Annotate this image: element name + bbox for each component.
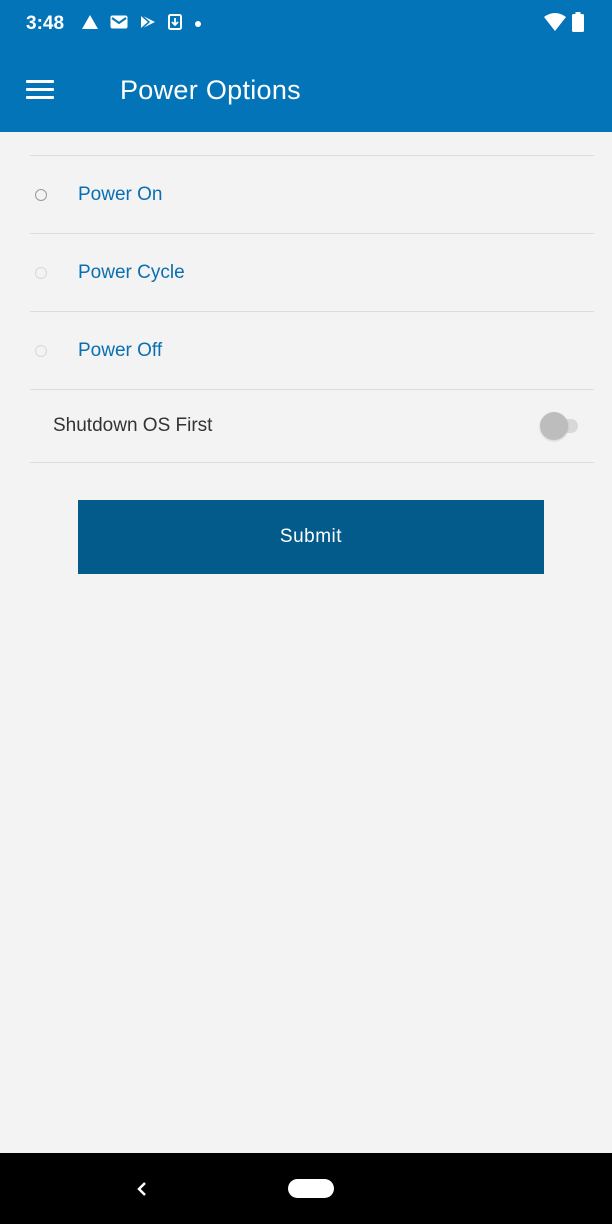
toggle-thumb: [540, 412, 568, 440]
shutdown-os-first-toggle[interactable]: [540, 412, 578, 440]
option-label: Power Off: [78, 339, 163, 361]
divider: [30, 462, 594, 463]
back-chevron-icon[interactable]: [128, 1175, 156, 1203]
toggle-label: Shutdown OS First: [53, 415, 213, 436]
app-bar: Power Options: [0, 48, 612, 132]
home-pill-icon[interactable]: [288, 1179, 334, 1198]
wifi-icon: [544, 12, 566, 36]
page-title: Power Options: [120, 74, 301, 105]
option-power-off[interactable]: Power Off: [0, 312, 612, 389]
play-store-icon: [140, 13, 156, 35]
power-options-list: Power On Power Cycle Power Off Shutdown …: [0, 132, 612, 574]
status-bar: 3:48: [0, 0, 612, 48]
navigation-bar: [0, 1153, 612, 1224]
menu-button[interactable]: [0, 48, 100, 132]
radio-button[interactable]: [35, 266, 47, 279]
download-icon: [168, 13, 183, 35]
option-label: Power On: [78, 183, 163, 205]
battery-icon: [572, 11, 584, 37]
hamburger-menu-icon: [26, 80, 54, 100]
status-time: 3:48: [26, 13, 65, 34]
notification-icons: [82, 13, 202, 35]
radio-button[interactable]: [35, 188, 47, 201]
radio-button[interactable]: [35, 344, 47, 357]
warning-triangle-icon: [82, 14, 99, 34]
option-power-on[interactable]: Power On: [0, 156, 612, 233]
system-icons: [544, 11, 584, 37]
submit-button[interactable]: Submit: [78, 500, 544, 574]
dot-icon: [194, 15, 202, 33]
option-label: Power Cycle: [78, 261, 185, 283]
shutdown-os-first-row: Shutdown OS First: [0, 390, 612, 462]
option-power-cycle[interactable]: Power Cycle: [0, 234, 612, 311]
mail-icon: [110, 15, 128, 34]
